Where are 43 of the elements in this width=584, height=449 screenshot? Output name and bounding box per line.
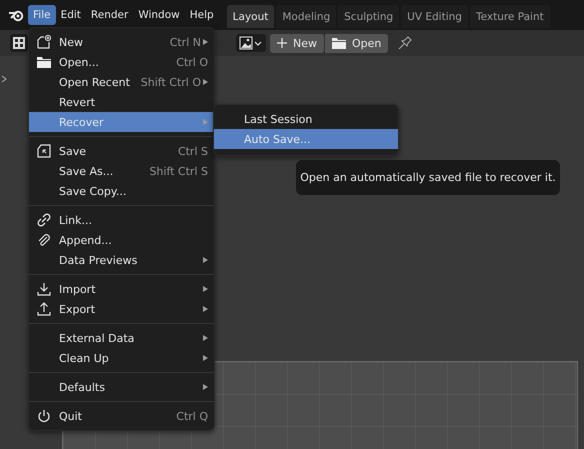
menu-item[interactable]: Revert: [29, 92, 214, 112]
export-icon: [36, 302, 50, 316]
menu-item[interactable]: Open... Ctrl O: [29, 52, 214, 72]
menu-item[interactable]: Link...: [29, 210, 214, 230]
menu-title[interactable]: Edit: [56, 5, 86, 25]
menu-item[interactable]: Open Recent Shift Ctrl O: [29, 72, 214, 92]
plus-icon: [277, 38, 287, 48]
menu-title[interactable]: File: [28, 5, 56, 25]
new-file-icon: [36, 35, 50, 49]
folder-icon: [36, 56, 50, 68]
save-icon: [36, 144, 50, 158]
workspace-tab[interactable]: Layout: [226, 5, 274, 28]
open-image-button[interactable]: Open: [325, 34, 388, 52]
menu-item[interactable]: Quit Ctrl Q: [29, 406, 214, 426]
menu-item[interactable]: Append...: [29, 230, 214, 250]
workspace-tab[interactable]: Sculpting: [338, 5, 400, 28]
menu-item[interactable]: Data Previews: [29, 250, 214, 270]
pin-icon[interactable]: [398, 36, 412, 50]
menu-item[interactable]: External Data: [29, 328, 214, 348]
editor-type-dropdown[interactable]: [10, 34, 28, 52]
menu-item[interactable]: Clean Up: [29, 348, 214, 368]
menu-item[interactable]: Save Copy...: [29, 181, 214, 201]
menu-title[interactable]: Window: [133, 5, 185, 25]
menu-item[interactable]: New Ctrl N: [29, 32, 214, 52]
image-browse-dropdown[interactable]: [236, 34, 266, 52]
workspace-tab[interactable]: Texture Paint: [470, 5, 550, 28]
import-icon: [36, 282, 50, 296]
menu-item[interactable]: Defaults: [29, 377, 214, 397]
menu-item[interactable]: Import: [29, 279, 214, 299]
paperclip-icon: [36, 233, 50, 247]
workspace-tab[interactable]: Modeling: [276, 5, 336, 28]
menu-item[interactable]: Save Ctrl S: [29, 141, 214, 161]
menu-title[interactable]: Render: [86, 5, 134, 25]
menu-title[interactable]: Help: [184, 5, 219, 25]
menu-item[interactable]: Last Session: [214, 109, 398, 129]
link-icon: [36, 213, 50, 227]
new-image-button[interactable]: New: [270, 34, 324, 52]
menu-item[interactable]: Save As... Shift Ctrl S: [29, 161, 214, 181]
power-icon: [36, 409, 50, 423]
tooltip: Open an automatically saved file to recover it.: [296, 160, 560, 195]
workspace-tab[interactable]: UV Editing: [401, 5, 468, 28]
folder-icon: [332, 37, 346, 49]
menu-item[interactable]: Export: [29, 299, 214, 319]
